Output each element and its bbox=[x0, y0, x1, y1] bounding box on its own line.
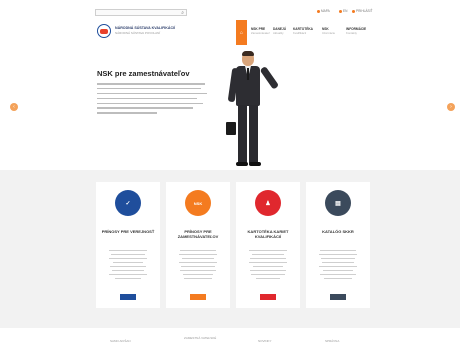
nav-item-danejú[interactable]: DANEJÚ Aktuality bbox=[273, 27, 286, 35]
bottom-link[interactable]: ZAMESTNÁ VATEĽSKÉ bbox=[184, 336, 216, 341]
card-public-benefits[interactable]: ✓ PRÍNOSY PRE VEREJNOSŤ bbox=[96, 182, 160, 308]
home-icon: ⌂ bbox=[239, 29, 244, 36]
card-title: KARTOTÉKA KARIET KVALIFIKÁCIÍ bbox=[247, 229, 289, 239]
card-skkr-catalog[interactable]: ▤ KATALÓG SKKR bbox=[306, 182, 370, 308]
card-more-button[interactable] bbox=[190, 294, 206, 300]
hero-description bbox=[97, 83, 207, 117]
slider-prev-arrow-icon[interactable]: ‹ bbox=[10, 103, 18, 111]
card-more-button[interactable] bbox=[120, 294, 136, 300]
feature-cards-section: ✓ PRÍNOSY PRE VEREJNOSŤ NSK PRÍNOSY PRE … bbox=[0, 170, 460, 328]
card-description bbox=[248, 250, 288, 282]
home-button[interactable]: ⌂ bbox=[236, 20, 247, 45]
user-badge-icon: ♟ bbox=[255, 190, 281, 216]
nav-item-kartoteka[interactable]: KARTOTÉKA Kvalifikácií bbox=[293, 27, 313, 35]
hero-title: NSK pre zamestnávateľov bbox=[97, 69, 190, 78]
card-description bbox=[178, 250, 218, 282]
bottom-link[interactable]: NOVINKY bbox=[258, 339, 272, 344]
card-title: KATALÓG SKKR bbox=[322, 229, 354, 234]
sitemap-link[interactable]: MAPA bbox=[317, 9, 330, 13]
check-icon: ✓ bbox=[115, 190, 141, 216]
bullet-icon bbox=[317, 9, 320, 13]
nsk-badge-icon: NSK bbox=[185, 190, 211, 216]
bullet-icon bbox=[339, 9, 342, 13]
org-subtitle: NÁRODNÁ SÚSTAVA POVOLANÍ bbox=[115, 31, 161, 35]
nav-item-nsk[interactable]: NSK Informácie bbox=[322, 27, 335, 35]
login-link[interactable]: PRIHLÁSIŤ bbox=[352, 9, 372, 13]
hero-slider: NSK pre zamestnávateľov ‹ › bbox=[0, 45, 460, 170]
bottom-link[interactable]: SAMO AKIŠAN bbox=[110, 339, 131, 344]
card-title: PRÍNOSY PRE ZAMESTNÁVATEĽOV bbox=[177, 229, 219, 239]
language-link[interactable]: EN bbox=[339, 9, 347, 13]
businessman-image bbox=[226, 50, 280, 168]
card-more-button[interactable] bbox=[330, 294, 346, 300]
nav-item-informacie[interactable]: INFORMÁCIE Kontakty bbox=[346, 27, 366, 35]
card-description bbox=[318, 250, 358, 282]
card-description bbox=[108, 250, 148, 282]
card-more-button[interactable] bbox=[260, 294, 276, 300]
top-utility-bar: ⌕ MAPA EN PRIHLÁSIŤ bbox=[0, 0, 460, 20]
card-qualifications-registry[interactable]: ♟ KARTOTÉKA KARIET KVALIFIKÁCIÍ bbox=[236, 182, 300, 308]
org-name: NÁRODNÁ SÚSTAVA KVALIFIKÁCIÍ bbox=[115, 26, 176, 30]
bottom-links: SAMO AKIŠAN ZAMESTNÁ VATEĽSKÉ NOVINKY SP… bbox=[0, 328, 460, 350]
logo[interactable] bbox=[97, 24, 111, 38]
bullet-icon bbox=[352, 9, 355, 13]
slider-next-arrow-icon[interactable]: › bbox=[447, 103, 455, 111]
catalog-icon: ▤ bbox=[325, 190, 351, 216]
site-header: NÁRODNÁ SÚSTAVA KVALIFIKÁCIÍ NÁRODNÁ SÚS… bbox=[0, 20, 460, 45]
nav-item-nsk-pre[interactable]: NSK PRE Zamestnávateľ bbox=[251, 27, 270, 35]
logo-mark-icon bbox=[100, 28, 108, 34]
search-icon[interactable]: ⌕ bbox=[181, 10, 184, 16]
card-employer-benefits[interactable]: NSK PRÍNOSY PRE ZAMESTNÁVATEĽOV bbox=[166, 182, 230, 308]
search-input[interactable]: ⌕ bbox=[95, 9, 187, 16]
card-title: PRÍNOSY PRE VEREJNOSŤ bbox=[101, 229, 155, 234]
bottom-link[interactable]: SPRÁVNA bbox=[325, 339, 339, 344]
